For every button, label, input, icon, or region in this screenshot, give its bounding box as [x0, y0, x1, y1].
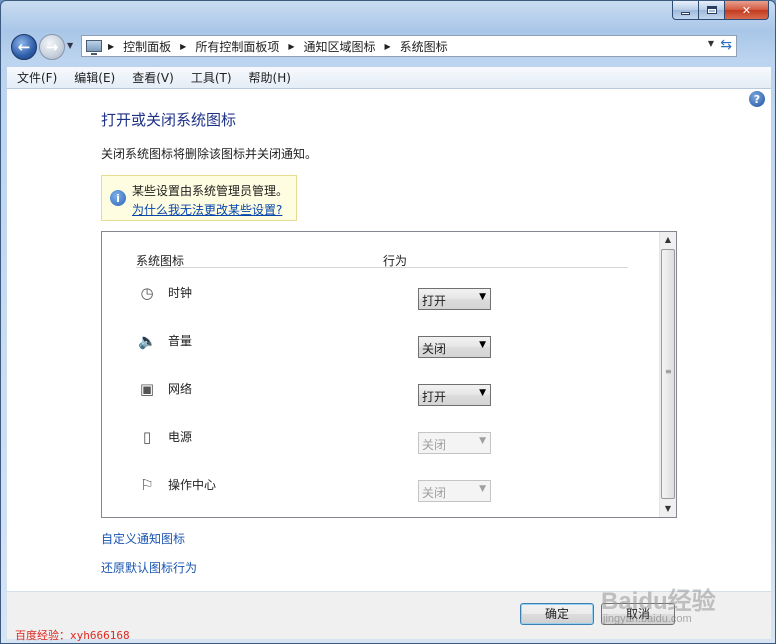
dropdown-arrow-icon: ▼ — [479, 436, 486, 446]
control-panel-icon — [86, 40, 102, 55]
dropdown-arrow-icon: ▼ — [479, 484, 486, 494]
admin-notice: i 某些设置由系统管理员管理。 为什么我无法更改某些设置? — [101, 175, 297, 221]
vertical-scrollbar[interactable]: ▲ ≡ ▼ — [659, 232, 676, 517]
minimize-icon — [681, 11, 690, 15]
breadcrumb-control-panel[interactable]: 控制面板 — [123, 38, 171, 55]
action-center-flag-icon: ⚐ — [140, 476, 154, 494]
chevron-right-icon[interactable]: ▶ — [288, 42, 294, 51]
restore-default-behavior-link[interactable]: 还原默认图标行为 — [101, 559, 197, 576]
menu-edit[interactable]: 编辑(E) — [74, 69, 115, 86]
selected-value: 打开 — [422, 294, 447, 308]
breadcrumb-system-icons[interactable]: 系统图标 — [400, 38, 448, 55]
back-arrow-icon: ← — [17, 38, 31, 56]
scroll-down-icon[interactable]: ▼ — [660, 501, 676, 517]
list-item-network: ▣ 网络 打开 ▼ — [138, 378, 491, 406]
list-item-action-center: ⚐ 操作中心 关闭 ▼ — [138, 474, 491, 502]
chevron-right-icon[interactable]: ▶ — [385, 42, 391, 51]
menu-view[interactable]: 查看(V) — [132, 69, 174, 86]
behavior-select-action-center: 关闭 ▼ — [418, 480, 491, 502]
info-icon: i — [110, 190, 126, 206]
watermark-url: jingyan.baidu.com — [603, 613, 692, 625]
minimize-button[interactable] — [672, 1, 699, 20]
address-bar[interactable]: ▶ 控制面板 ▶ 所有控制面板项 ▶ 通知区域图标 ▶ 系统图标 ▼ ⇆ — [81, 35, 737, 57]
behavior-select-power: 关闭 ▼ — [418, 432, 491, 454]
system-icons-list: 系统图标 行为 ◷ 时钟 打开 ▼ 🔈 音量 关闭 ▼ ▣ 网络 打开 ▼ ▯ … — [101, 231, 677, 518]
customize-notification-icons-link[interactable]: 自定义通知图标 — [101, 530, 185, 547]
dropdown-arrow-icon: ▼ — [479, 340, 486, 350]
item-label: 电源 — [168, 430, 193, 444]
scroll-up-icon[interactable]: ▲ — [660, 232, 676, 248]
list-item-volume: 🔈 音量 关闭 ▼ — [138, 330, 491, 358]
forward-button[interactable]: → — [39, 34, 65, 60]
item-label: 时钟 — [168, 286, 193, 300]
close-button[interactable]: ✕ — [725, 1, 769, 20]
behavior-select-network[interactable]: 打开 ▼ — [418, 384, 491, 406]
list-item-clock: ◷ 时钟 打开 ▼ — [138, 282, 491, 310]
behavior-select-clock[interactable]: 打开 ▼ — [418, 288, 491, 310]
content-area: ? 打开或关闭系统图标 关闭系统图标将删除该图标并关闭通知。 i 某些设置由系统… — [7, 89, 771, 591]
network-icon: ▣ — [139, 380, 155, 398]
caption-buttons: ✕ — [672, 1, 769, 20]
selected-value: 关闭 — [422, 486, 447, 500]
menu-tools[interactable]: 工具(T) — [191, 69, 232, 86]
baidu-logo-watermark: Baidu经验 — [601, 588, 716, 615]
menu-bar: 文件(F) 编辑(E) 查看(V) 工具(T) 帮助(H) — [7, 67, 771, 89]
grip-icon: ≡ — [665, 367, 672, 376]
menu-help[interactable]: 帮助(H) — [249, 69, 291, 86]
volume-icon: 🔈 — [138, 332, 157, 350]
breadcrumb-all-items[interactable]: 所有控制面板项 — [195, 38, 279, 55]
item-label: 操作中心 — [168, 478, 217, 492]
selected-value: 打开 — [422, 390, 447, 404]
selected-value: 关闭 — [422, 342, 447, 356]
back-button[interactable]: ← — [11, 34, 37, 60]
close-icon: ✕ — [741, 3, 752, 17]
forward-arrow-icon: → — [45, 38, 59, 56]
selected-value: 关闭 — [422, 438, 447, 452]
refresh-icon[interactable]: ⇆ — [720, 37, 732, 53]
power-icon: ▯ — [142, 428, 152, 446]
item-label: 网络 — [168, 382, 193, 396]
header-divider — [136, 267, 628, 268]
maximize-button[interactable] — [699, 1, 725, 20]
help-icon[interactable]: ? — [749, 91, 765, 107]
page-description: 关闭系统图标将删除该图标并关闭通知。 — [101, 147, 318, 161]
clock-icon: ◷ — [140, 284, 154, 302]
page-title: 打开或关闭系统图标 — [101, 111, 237, 129]
item-label: 音量 — [168, 334, 193, 348]
ok-button[interactable]: 确定 — [520, 603, 594, 625]
recent-pages-dropdown-icon[interactable]: ▼ — [67, 41, 73, 50]
watermark-text: 百度经验：xyh666168 — [15, 629, 130, 642]
control-panel-window: ✕ ← → ▼ ▶ 控制面板 ▶ 所有控制面板项 ▶ 通知区域图标 ▶ 系统图标… — [0, 0, 776, 644]
menu-file[interactable]: 文件(F) — [17, 69, 57, 86]
navigation-bar: ← → ▼ ▶ 控制面板 ▶ 所有控制面板项 ▶ 通知区域图标 ▶ 系统图标 ▼… — [7, 31, 771, 63]
address-dropdown-icon[interactable]: ▼ — [708, 39, 714, 48]
chevron-right-icon[interactable]: ▶ — [180, 42, 186, 51]
behavior-select-volume[interactable]: 关闭 ▼ — [418, 336, 491, 358]
why-cant-change-link[interactable]: 为什么我无法更改某些设置? — [132, 201, 296, 218]
chevron-right-icon[interactable]: ▶ — [108, 42, 114, 51]
list-item-power: ▯ 电源 关闭 ▼ — [138, 426, 491, 454]
notice-text: 某些设置由系统管理员管理。 — [132, 184, 289, 198]
scrollbar-thumb[interactable]: ≡ — [661, 249, 675, 499]
breadcrumb-notification-icons[interactable]: 通知区域图标 — [304, 38, 376, 55]
dropdown-arrow-icon: ▼ — [479, 388, 486, 398]
maximize-icon — [706, 6, 717, 14]
dropdown-arrow-icon: ▼ — [479, 292, 486, 302]
